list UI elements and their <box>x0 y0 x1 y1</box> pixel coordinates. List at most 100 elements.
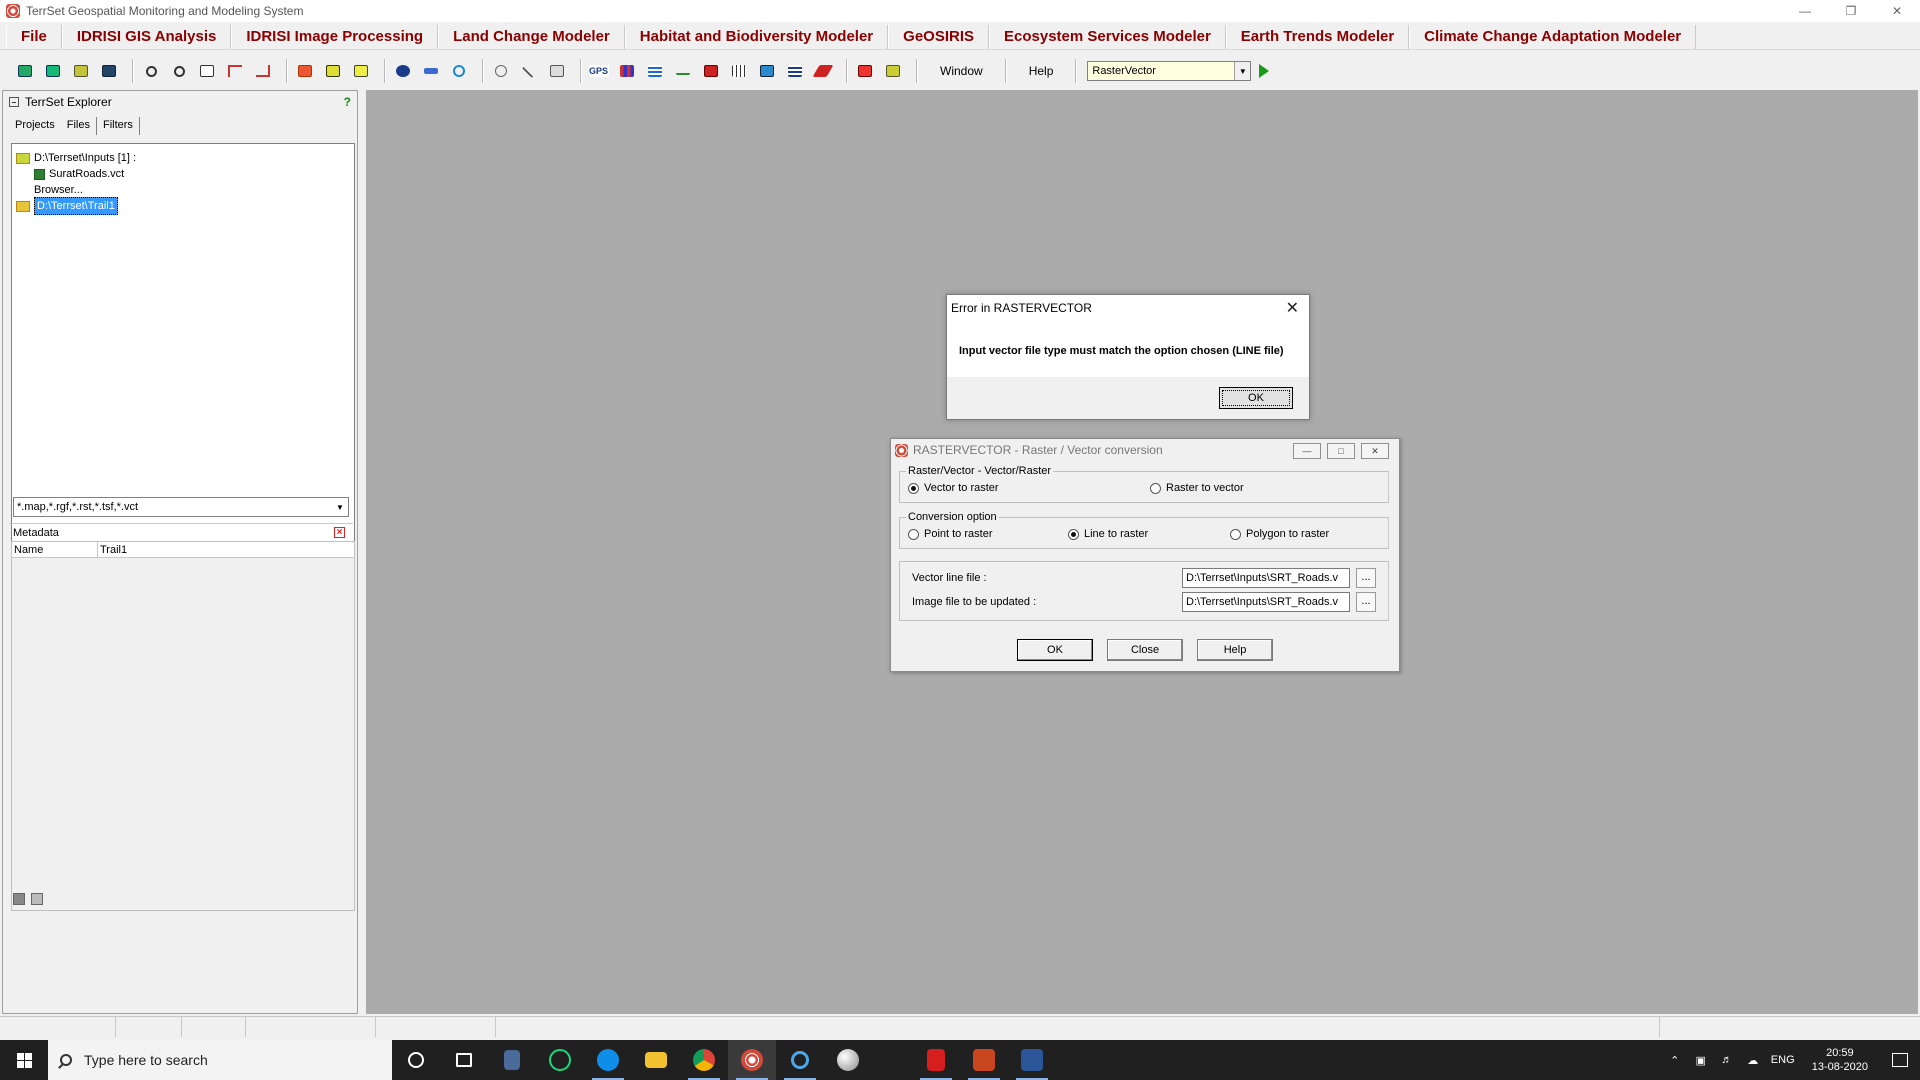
menu-image-processing[interactable]: IDRISI Image Processing <box>231 24 439 49</box>
tools-icon[interactable] <box>518 60 540 82</box>
menu-gis-analysis[interactable]: IDRISI GIS Analysis <box>61 24 232 49</box>
help-icon[interactable]: ? <box>344 95 351 109</box>
powerpoint-icon[interactable] <box>960 1040 1008 1080</box>
file-explorer-icon[interactable] <box>632 1040 680 1080</box>
close-button[interactable]: Close <box>1107 639 1183 661</box>
raster-to-vector-radio[interactable]: Raster to vector <box>1150 482 1244 494</box>
app-sphere-icon[interactable] <box>824 1040 872 1080</box>
teamviewer-icon[interactable] <box>584 1040 632 1080</box>
language-indicator[interactable]: ENG <box>1769 1054 1797 1066</box>
zoom-out-icon[interactable] <box>168 60 190 82</box>
tree-folder-trail1[interactable]: D:\Terrset\Trail1 <box>16 197 350 215</box>
close-metadata-icon[interactable]: × <box>334 527 345 538</box>
menu-earth-trends[interactable]: Earth Trends Modeler <box>1225 24 1410 49</box>
close-icon[interactable]: ✕ <box>1286 298 1299 318</box>
delete-feature-icon[interactable] <box>350 60 372 82</box>
cortana-icon[interactable] <box>392 1040 440 1080</box>
chevron-down-icon[interactable]: ▼ <box>1234 62 1251 80</box>
word-icon[interactable] <box>1008 1040 1056 1080</box>
measure-area-icon[interactable] <box>252 60 274 82</box>
symbol-icon[interactable] <box>812 60 834 82</box>
layers-icon[interactable] <box>98 60 120 82</box>
open-project-icon[interactable] <box>14 60 36 82</box>
crosshair-icon[interactable] <box>490 60 512 82</box>
window-menu-button[interactable]: Window <box>924 59 999 83</box>
vector-line-file-input[interactable]: D:\Terrset\Inputs\SRT_Roads.v <box>1182 568 1350 588</box>
search-tool-icon[interactable] <box>776 1040 824 1080</box>
image-browse-button[interactable]: ... <box>1356 592 1376 612</box>
point-to-raster-radio[interactable]: Point to raster <box>908 528 992 540</box>
database-icon[interactable] <box>756 60 778 82</box>
export-icon[interactable] <box>700 60 722 82</box>
waves-icon[interactable] <box>644 60 666 82</box>
digitize-icon[interactable] <box>294 60 316 82</box>
menu-geosiris[interactable]: GeOSIRIS <box>888 24 990 49</box>
doc-metadata-icon[interactable] <box>31 893 43 905</box>
gps-icon[interactable]: GPS <box>588 60 610 82</box>
menu-climate-change[interactable]: Climate Change Adaptation Modeler <box>1409 24 1697 49</box>
acrobat-icon[interactable] <box>912 1040 960 1080</box>
file-filter-select[interactable]: *.map,*.rgf,*.rst,*.tsf,*.vct ▼ <box>13 497 349 517</box>
tab-filters[interactable]: Filters <box>97 117 140 135</box>
workflow-icon[interactable] <box>882 60 904 82</box>
error-ok-button[interactable]: OK <box>1219 387 1293 409</box>
collapse-icon[interactable] <box>9 97 19 107</box>
network-icon[interactable]: ▣ <box>1691 1054 1711 1067</box>
menu-habitat-biodiversity[interactable]: Habitat and Biodiversity Modeler <box>624 24 889 49</box>
tree-file-suratroads[interactable]: SuratRoads.vct <box>16 166 350 182</box>
terrset-taskbar-icon[interactable] <box>728 1040 776 1080</box>
chrome-icon[interactable] <box>680 1040 728 1080</box>
restore-icon[interactable]: ❐ <box>1828 0 1874 22</box>
list-icon[interactable] <box>784 60 806 82</box>
minimize-icon[interactable]: — <box>1782 0 1828 22</box>
macro-icon[interactable] <box>546 60 568 82</box>
calculator-icon[interactable] <box>488 1040 536 1080</box>
tree-folder-inputs[interactable]: D:\Terrset\Inputs [1] : <box>16 150 350 166</box>
measure-icon[interactable] <box>224 60 246 82</box>
help-menu-button[interactable]: Help <box>1013 59 1070 83</box>
upwork-icon[interactable] <box>536 1040 584 1080</box>
menu-land-change-modeler[interactable]: Land Change Modeler <box>438 24 625 49</box>
zoom-in-icon[interactable] <box>140 60 162 82</box>
ruler-icon[interactable] <box>420 60 442 82</box>
polygon-to-raster-radio[interactable]: Polygon to raster <box>1230 528 1329 540</box>
zoom-window-icon[interactable] <box>196 60 218 82</box>
model-builder-icon[interactable] <box>854 60 876 82</box>
menu-ecosystem-services[interactable]: Ecosystem Services Modeler <box>989 24 1226 49</box>
display-icon[interactable] <box>42 60 64 82</box>
minimize-icon[interactable]: — <box>1293 443 1321 459</box>
module-select[interactable]: RasterVector ▼ <box>1087 61 1252 81</box>
maximize-icon[interactable]: □ <box>1327 443 1355 459</box>
menu-file[interactable]: File <box>6 24 62 49</box>
start-button[interactable] <box>0 1040 48 1080</box>
save-metadata-icon[interactable] <box>13 893 25 905</box>
tab-projects[interactable]: Projects <box>9 117 61 135</box>
chevron-up-icon[interactable]: ⌃ <box>1665 1054 1685 1067</box>
image-file-input[interactable]: D:\Terrset\Inputs\SRT_Roads.v <box>1182 592 1350 612</box>
task-view-icon[interactable] <box>440 1040 488 1080</box>
histogram-icon[interactable] <box>616 60 638 82</box>
composer-icon[interactable] <box>70 60 92 82</box>
notification-icon[interactable] <box>1880 1040 1920 1080</box>
close-icon[interactable]: ✕ <box>1361 443 1389 459</box>
edit-icon[interactable] <box>322 60 344 82</box>
table-icon[interactable] <box>728 60 750 82</box>
profile-icon[interactable] <box>672 60 694 82</box>
run-icon[interactable] <box>1259 64 1270 78</box>
taskbar-search[interactable]: Type here to search <box>48 1040 392 1080</box>
globe-icon[interactable] <box>448 60 470 82</box>
vector-browse-button[interactable]: ... <box>1356 568 1376 588</box>
help-button[interactable]: Help <box>1197 639 1273 661</box>
vector-to-raster-radio[interactable]: Vector to raster <box>908 482 999 494</box>
chevron-down-icon[interactable]: ▼ <box>332 498 348 516</box>
cloud-icon[interactable]: ☁ <box>1743 1054 1763 1067</box>
tab-files[interactable]: Files <box>60 117 97 135</box>
info-icon[interactable] <box>392 60 414 82</box>
ok-button[interactable]: OK <box>1017 639 1093 661</box>
close-icon[interactable]: ✕ <box>1874 0 1920 22</box>
line-to-raster-radio[interactable]: Line to raster <box>1068 528 1148 540</box>
terrset-app-icon <box>895 443 908 457</box>
volume-icon[interactable]: ♬ <box>1717 1054 1737 1066</box>
clock[interactable]: 20:59 13-08-2020 <box>1812 1046 1868 1074</box>
tree-browse[interactable]: Browser... <box>16 182 350 198</box>
